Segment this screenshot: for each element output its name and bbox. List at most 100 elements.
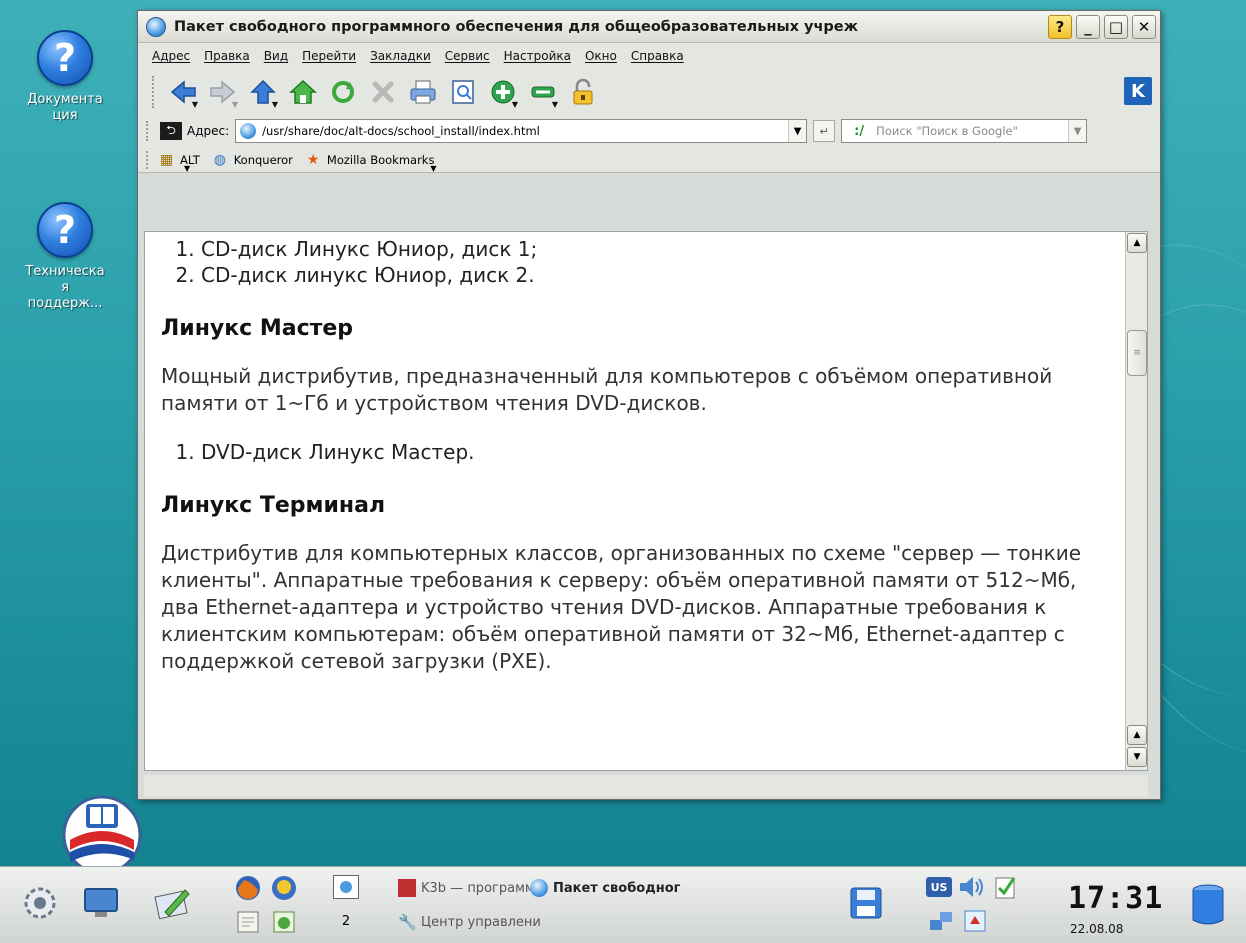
back-button[interactable]: ▼	[166, 75, 200, 109]
stop-icon	[372, 81, 394, 103]
keyboard-layout-indicator[interactable]: US	[926, 877, 952, 897]
search-engine-icon[interactable]: :/	[842, 124, 876, 139]
window-title: Пакет свободного программного обеспечени…	[174, 18, 859, 35]
desktop-icon-tech-support[interactable]: ? Техническа я поддерж...	[0, 202, 130, 312]
network-tray[interactable]	[926, 907, 956, 935]
trash-button[interactable]	[1186, 881, 1230, 929]
search-placeholder: Поиск "Поиск в Google"	[876, 124, 1018, 138]
bookmark-mozilla[interactable]: ★ Mozilla Bookmarks ▼	[306, 151, 437, 173]
print-button[interactable]	[406, 75, 440, 109]
volume-control[interactable]	[956, 873, 986, 901]
floppy-disk-icon	[850, 887, 882, 919]
help-icon: ?	[37, 30, 93, 86]
clipboard-tray[interactable]	[990, 873, 1020, 901]
kate-editor-button[interactable]	[150, 881, 194, 925]
firefox-icon	[236, 876, 260, 900]
zoom-out-button[interactable]: ▼	[526, 75, 560, 109]
disk-list: DVD-диск Линукс Мастер.	[201, 439, 1119, 465]
menu-tools[interactable]: Сервис	[445, 49, 490, 63]
star-icon: ★	[306, 151, 320, 168]
clear-location-icon[interactable]: ⮌	[160, 122, 182, 140]
maximize-button[interactable]: □	[1104, 14, 1128, 39]
section-heading: Линукс Терминал	[161, 493, 386, 518]
toolbar-grip[interactable]	[146, 150, 150, 169]
page-content[interactable]: CD-диск Линукс Юниор, диск 1; CD-диск ли…	[144, 231, 1148, 771]
show-desktop-button[interactable]	[80, 883, 124, 923]
location-label: ⮌ Адрес:	[160, 122, 229, 140]
kde-logo-icon: K	[1124, 77, 1152, 105]
text-editor-launcher[interactable]	[232, 907, 264, 937]
firefox-launcher[interactable]	[232, 873, 264, 903]
update-tray[interactable]	[960, 907, 990, 935]
task-control-center[interactable]: 🔧 Центр управлени	[398, 913, 541, 931]
taskbar: 2 K3b — программа Пакет свободног 🔧 Цент…	[0, 866, 1246, 943]
menu-bookmarks[interactable]: Закладки	[370, 49, 431, 63]
menu-settings[interactable]: Настройка	[504, 49, 571, 63]
menu-edit[interactable]: Правка	[204, 49, 250, 63]
minimize-button[interactable]: _	[1076, 14, 1100, 39]
help-button[interactable]: ?	[1048, 14, 1072, 39]
url-input[interactable]: /usr/share/doc/alt-docs/school_install/i…	[235, 119, 808, 143]
url-history-dropdown[interactable]: ▼	[788, 120, 807, 142]
title-bar[interactable]: Пакет свободного программного обеспечени…	[138, 11, 1160, 43]
toolbar-grip[interactable]	[146, 121, 150, 141]
search-input[interactable]: :/ Поиск "Поиск в Google" ▼	[841, 119, 1088, 143]
print-preview-button[interactable]	[446, 75, 480, 109]
bookmark-konqueror[interactable]: ◍ Konqueror	[214, 152, 293, 168]
chevron-down-icon: ▼	[271, 100, 278, 109]
konqueror-globe-icon: ◍	[213, 151, 226, 168]
stop-button[interactable]	[366, 75, 400, 109]
chevron-down-icon: ▼	[551, 100, 558, 109]
kde-menu-button[interactable]	[18, 881, 62, 925]
task-k3b[interactable]: K3b — программа	[398, 879, 543, 897]
vertical-scrollbar[interactable]: ▲ ≡ ▲ ▼	[1125, 232, 1147, 770]
chevron-down-icon: ▼	[430, 163, 437, 173]
home-button[interactable]	[286, 75, 320, 109]
desktop-icon-label: Документа ция	[27, 92, 103, 123]
menu-go[interactable]: Перейти	[302, 49, 356, 63]
printer-icon	[410, 80, 436, 104]
desktop-pager-1[interactable]	[333, 875, 359, 899]
menu-help[interactable]: Справка	[631, 49, 684, 63]
notepad-icon	[237, 911, 259, 933]
task-konqueror[interactable]: Пакет свободног	[530, 879, 680, 897]
status-bar	[144, 775, 1148, 797]
home-icon	[289, 79, 317, 104]
bookmark-alt[interactable]: ▦ ALT ▼	[160, 151, 200, 173]
bookmark-label: Konqueror	[233, 152, 293, 167]
security-button[interactable]	[566, 75, 600, 109]
task-label: Центр управлени	[421, 914, 541, 930]
section-paragraph: Дистрибутив для компьютерных классов, ор…	[161, 541, 1082, 673]
task-label: K3b — программа	[421, 880, 543, 896]
scroll-thumb[interactable]: ≡	[1127, 330, 1147, 376]
search-engine-dropdown[interactable]: ▼	[1068, 120, 1087, 142]
mail-client-icon	[272, 876, 296, 900]
thunderbird-launcher[interactable]	[268, 873, 300, 903]
spreadsheet-launcher[interactable]	[268, 907, 300, 937]
desktop-icon-documentation[interactable]: ? Документа ция	[0, 30, 130, 124]
scroll-up-button[interactable]: ▲	[1127, 233, 1147, 253]
go-button[interactable]: ↵	[813, 120, 836, 142]
zoom-in-button[interactable]: ▼	[486, 75, 520, 109]
desktop-computer-icon	[84, 888, 118, 917]
window-thumbnail-icon	[340, 881, 352, 893]
up-button[interactable]: ▼	[246, 75, 280, 109]
desktop-pager-2[interactable]: 2	[333, 909, 359, 933]
reload-button[interactable]	[326, 75, 360, 109]
task-label: Пакет свободног	[553, 880, 681, 896]
url-text: /usr/share/doc/alt-docs/school_install/i…	[262, 124, 540, 138]
toolbar-grip[interactable]	[152, 76, 156, 108]
date: 22.08.08	[1070, 922, 1124, 936]
menu-view[interactable]: Вид	[264, 49, 288, 63]
desktop-icon-label: Техническа я поддерж...	[25, 264, 105, 311]
scroll-down-button[interactable]: ▼	[1127, 747, 1147, 767]
save-session-button[interactable]	[846, 883, 886, 923]
forward-button[interactable]: ▼	[206, 75, 240, 109]
menu-window[interactable]: Окно	[585, 49, 617, 63]
clock[interactable]: 17:31	[1068, 881, 1163, 916]
scroll-up-button[interactable]: ▲	[1127, 725, 1147, 745]
alt-linux-icon: ▦	[160, 151, 174, 168]
close-button[interactable]: ✕	[1132, 14, 1156, 39]
speaker-icon	[960, 877, 983, 897]
menu-address[interactable]: Адрес	[152, 49, 190, 63]
